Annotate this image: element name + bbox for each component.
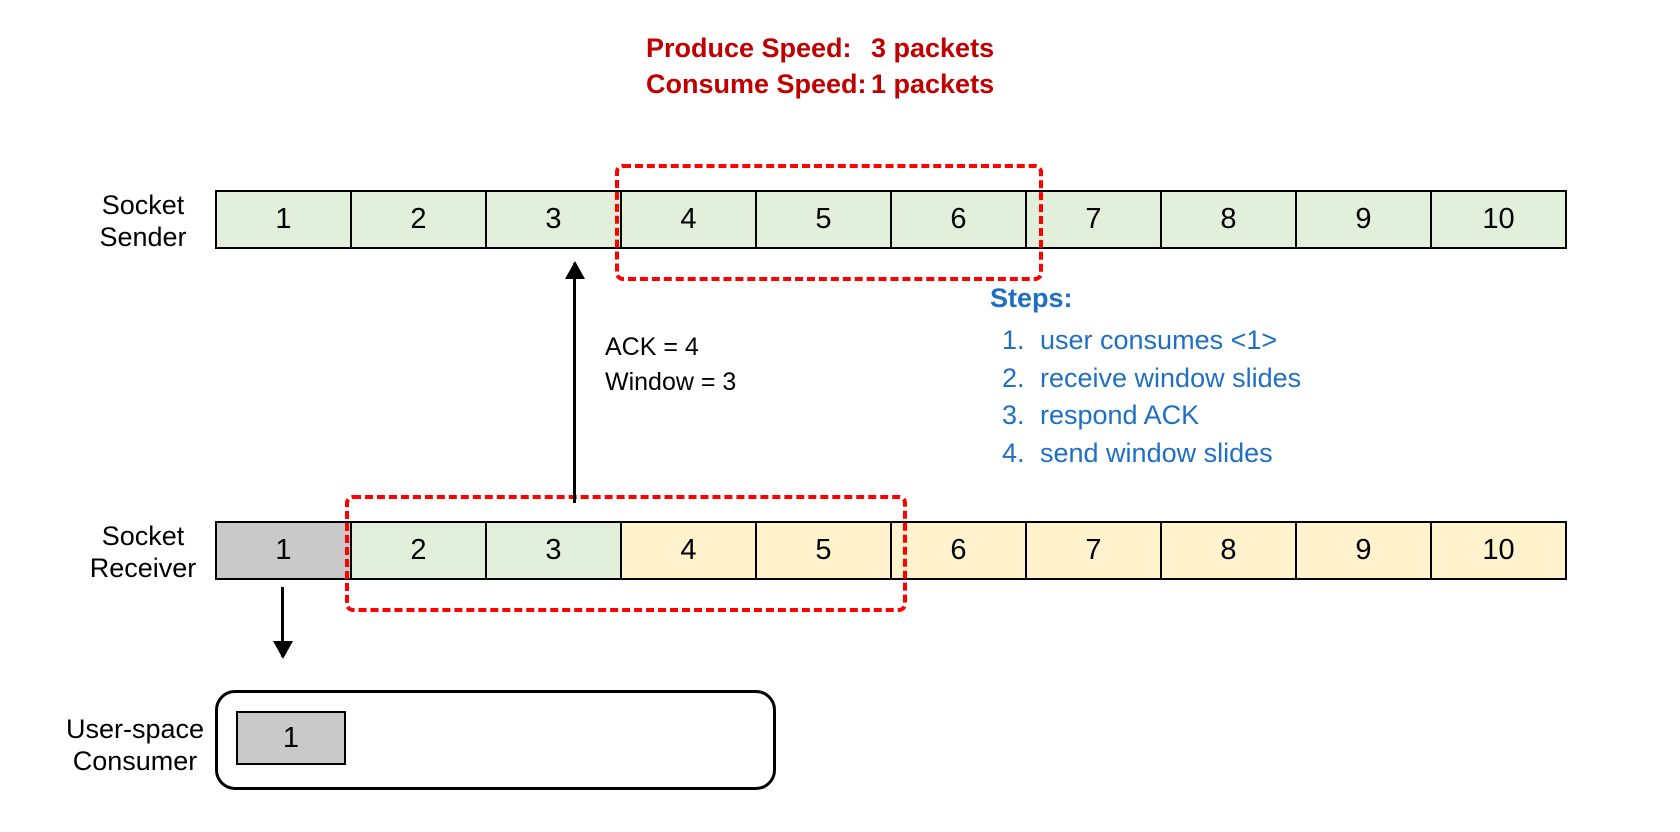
receiver-cell: 1 — [215, 523, 350, 578]
consume-speed-value: 1 packets — [871, 66, 1011, 102]
step-text: receive window slides — [1040, 363, 1301, 393]
receiver-cell: 9 — [1295, 523, 1430, 578]
step-text: send window slides — [1040, 438, 1273, 468]
produce-speed-value: 3 packets — [871, 30, 1011, 66]
receiver-line2: Receiver — [90, 553, 197, 583]
consumer-label: User-space Consumer — [40, 713, 230, 778]
speed-block: Produce Speed: 3 packets Consume Speed: … — [646, 30, 1011, 103]
diagram-stage: Produce Speed: 3 packets Consume Speed: … — [0, 0, 1680, 832]
receiver-line1: Socket — [102, 521, 185, 551]
steps-list: user consumes <1> receive window slides … — [990, 322, 1301, 473]
consumer-packet: 1 — [236, 711, 346, 765]
step-text: user consumes <1> — [1040, 325, 1277, 355]
send-window-box — [615, 164, 1043, 281]
step-item: user consumes <1> — [1032, 322, 1301, 360]
receive-window-box — [345, 495, 907, 612]
receiver-cell: 10 — [1430, 523, 1565, 578]
steps-block: Steps: user consumes <1> receive window … — [990, 280, 1301, 473]
step-item: receive window slides — [1032, 360, 1301, 398]
sender-cell: 7 — [1025, 192, 1160, 247]
produce-speed-label: Produce Speed: — [646, 30, 871, 66]
consume-speed-label: Consume Speed: — [646, 66, 871, 102]
consumer-line2: Consumer — [73, 746, 198, 776]
ack-line2: Window = 3 — [605, 365, 736, 400]
receiver-cell: 6 — [890, 523, 1025, 578]
sender-cell: 8 — [1160, 192, 1295, 247]
receiver-cell: 8 — [1160, 523, 1295, 578]
sender-cell: 10 — [1430, 192, 1565, 247]
consumer-line1: User-space — [66, 714, 204, 744]
ack-arrow-icon — [573, 263, 576, 503]
ack-block: ACK = 4 Window = 3 — [605, 330, 736, 400]
consume-arrow-icon — [281, 587, 284, 657]
step-item: send window slides — [1032, 435, 1301, 473]
step-item: respond ACK — [1032, 397, 1301, 435]
sender-line2: Sender — [99, 222, 186, 252]
consumer-box: 1 — [215, 690, 776, 790]
receiver-label: Socket Receiver — [68, 520, 218, 585]
sender-cell: 3 — [485, 192, 620, 247]
sender-cell: 9 — [1295, 192, 1430, 247]
ack-line1: ACK = 4 — [605, 330, 736, 365]
steps-title: Steps: — [990, 280, 1301, 318]
step-text: respond ACK — [1040, 400, 1199, 430]
sender-cell: 2 — [350, 192, 485, 247]
sender-label: Socket Sender — [68, 189, 218, 254]
receiver-cell: 7 — [1025, 523, 1160, 578]
sender-line1: Socket — [102, 190, 185, 220]
sender-cell: 1 — [215, 192, 350, 247]
